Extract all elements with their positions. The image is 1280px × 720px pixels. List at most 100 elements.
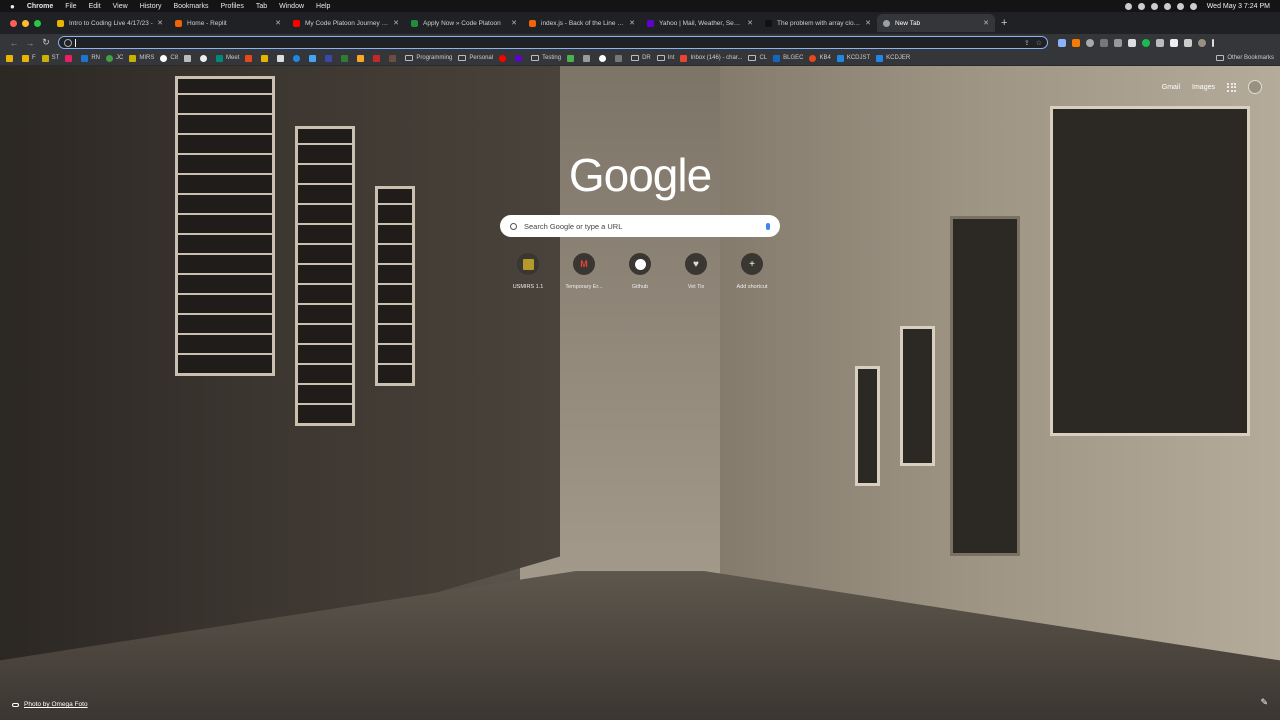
customize-pencil-icon[interactable]: ✎ [1260,697,1268,708]
tab-active[interactable]: New Tab ✕ [877,14,995,32]
bookmark[interactable]: KCDJST [836,54,870,62]
tab[interactable]: Home - Replit ✕ [169,14,287,32]
bookmark[interactable] [389,54,399,62]
extension-icon[interactable] [1128,38,1136,47]
extension-icon[interactable] [1142,38,1150,47]
extension-icon[interactable] [1114,38,1122,47]
bookmark-folder[interactable]: Testing [531,55,561,61]
bookmark-folder[interactable]: CL [748,55,767,61]
extension-icon[interactable] [1072,38,1080,47]
kebab-menu-icon[interactable] [1212,38,1214,47]
status-icon[interactable] [1124,2,1132,10]
close-window-button[interactable] [10,19,17,27]
bookmark[interactable]: MIRS [129,54,154,62]
extension-icon[interactable] [1086,38,1094,47]
bookmark-folder[interactable]: Int [656,55,674,61]
address-bar[interactable]: ⇪ ☆ [58,36,1048,49]
bookmark[interactable] [599,54,609,62]
close-tab-icon[interactable]: ✕ [983,19,989,27]
menu-bookmarks[interactable]: Bookmarks [173,3,208,10]
bookmark-star-icon[interactable]: ☆ [1036,39,1042,47]
bookmark[interactable] [583,54,593,62]
clock[interactable]: Wed May 3 7:24 PM [1207,3,1270,10]
bookmark[interactable] [499,54,509,62]
close-tab-icon[interactable]: ✕ [511,19,517,27]
bookmark[interactable]: ST [41,54,59,62]
close-tab-icon[interactable]: ✕ [629,19,635,27]
menu-help[interactable]: Help [316,3,330,10]
tab[interactable]: Apply Now » Code Platoon ✕ [405,14,523,32]
bookmark[interactable] [615,54,625,62]
bookmark[interactable]: JC [106,54,123,62]
status-icon[interactable] [1150,2,1158,10]
menu-app-name[interactable]: Chrome [27,3,53,10]
close-tab-icon[interactable]: ✕ [275,19,281,27]
bookmark[interactable]: Meet [216,54,239,62]
bookmark-folder[interactable]: DR [631,55,651,61]
zoom-window-button[interactable] [34,19,41,27]
tab[interactable]: The problem with array cloning ✕ [759,14,877,32]
account-avatar[interactable] [1248,80,1262,94]
bookmark[interactable] [65,54,75,62]
apple-icon[interactable]: ● [10,2,15,11]
bookmark[interactable] [567,54,577,62]
menu-file[interactable]: File [65,3,76,10]
bookmark[interactable] [277,54,287,62]
menu-history[interactable]: History [140,3,162,10]
forward-icon[interactable]: → [22,38,38,48]
shortcut-tile[interactable]: M Temporary Er... [556,253,612,290]
bookmark[interactable] [373,54,383,62]
bookmark[interactable] [357,54,367,62]
other-bookmarks[interactable]: Other Bookmarks [1216,55,1274,61]
menu-view[interactable]: View [113,3,128,10]
shortcut-tile[interactable]: Github [612,253,668,290]
bookmark-folder[interactable]: Personal [458,55,493,61]
close-tab-icon[interactable]: ✕ [157,19,163,27]
menu-window[interactable]: Window [279,3,304,10]
puzzle-icon[interactable] [1170,38,1178,47]
google-apps-icon[interactable] [1227,82,1236,92]
bookmark[interactable]: KCDJER [876,54,910,62]
status-icon[interactable] [1137,2,1145,10]
bookmark[interactable] [309,54,319,62]
shortcut-tile[interactable]: ♥ Vet Tix [668,253,724,290]
control-center-icon[interactable] [1189,2,1197,10]
bookmark[interactable] [325,54,335,62]
menu-tab[interactable]: Tab [256,3,267,10]
bookmark[interactable] [293,54,303,62]
gmail-link[interactable]: Gmail [1162,84,1180,91]
minimize-window-button[interactable] [22,19,29,27]
bookmark[interactable]: Inbox (146) - char... [680,54,742,62]
wifi-icon[interactable] [1163,2,1171,10]
photo-credit[interactable]: Photo by Omega Foto [12,701,88,708]
bookmark[interactable] [6,54,16,62]
reload-icon[interactable]: ↻ [38,37,54,48]
tab[interactable]: My Code Platoon Journey - Th ✕ [287,14,405,32]
menu-profiles[interactable]: Profiles [220,3,243,10]
share-icon[interactable]: ⇪ [1024,39,1030,47]
images-link[interactable]: Images [1192,84,1215,91]
bookmark[interactable]: C8 [160,54,178,62]
tab[interactable]: index.js - Back of the Line (Ar ✕ [523,14,641,32]
add-shortcut-tile[interactable]: + Add shortcut [724,253,780,290]
bookmark[interactable]: BLGEC [773,54,803,62]
shortcut-tile[interactable]: USMIRS 1.1 [500,253,556,290]
bookmark[interactable]: F [22,54,36,62]
tab[interactable]: Yahoo | Mail, Weather, Search ✕ [641,14,759,32]
search-box[interactable]: Search Google or type a URL [500,215,780,237]
bookmark[interactable] [245,54,255,62]
close-tab-icon[interactable]: ✕ [865,19,871,27]
bookmark[interactable] [341,54,351,62]
new-tab-button[interactable]: + [1001,17,1007,29]
side-panel-icon[interactable] [1184,38,1192,47]
tab[interactable]: Intro to Coding Live 4/17/23 - ✕ [51,14,169,32]
bookmark[interactable] [184,54,194,62]
close-tab-icon[interactable]: ✕ [747,19,753,27]
bookmark[interactable]: KB4 [809,54,831,62]
extension-icon[interactable] [1156,38,1164,47]
microphone-icon[interactable] [766,222,770,230]
menu-edit[interactable]: Edit [89,3,101,10]
bookmark[interactable]: RN [81,54,100,62]
profile-avatar[interactable] [1198,38,1206,47]
extension-icon[interactable] [1058,38,1066,47]
